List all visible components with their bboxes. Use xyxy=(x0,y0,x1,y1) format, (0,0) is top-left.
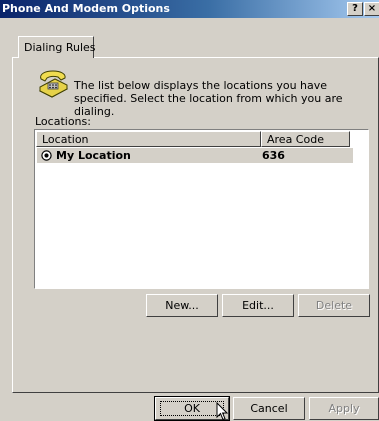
help-button[interactable]: ? xyxy=(347,2,363,16)
area-code: 636 xyxy=(262,149,285,162)
tab-dialing-rules[interactable]: Dialing Rules xyxy=(18,36,96,58)
tab-label: Dialing Rules xyxy=(24,41,96,54)
location-name: My Location xyxy=(56,149,131,162)
title-bar[interactable]: Phone And Modem Options ? × xyxy=(0,0,379,18)
column-header-location[interactable]: Location xyxy=(36,131,261,147)
locations-list[interactable]: Location Area Code My Location 636 xyxy=(34,129,369,289)
phone-modem-dialog: Phone And Modem Options ? × Dialing Rule… xyxy=(0,0,379,421)
description-text: The list below displays the locations yo… xyxy=(74,79,343,118)
phone-icon xyxy=(38,70,69,98)
help-icon: ? xyxy=(352,3,358,14)
close-icon: × xyxy=(367,3,377,14)
locations-label: Locations: xyxy=(35,115,91,128)
cancel-button[interactable]: Cancel xyxy=(233,397,305,420)
list-row-my-location[interactable]: My Location 636 xyxy=(37,148,353,163)
mouse-cursor-icon xyxy=(216,402,228,421)
delete-button[interactable]: Delete xyxy=(298,294,370,317)
apply-button[interactable]: Apply xyxy=(309,397,379,420)
window-title: Phone And Modem Options xyxy=(2,2,170,15)
new-button[interactable]: New... xyxy=(146,294,218,317)
edit-button[interactable]: Edit... xyxy=(222,294,294,317)
selected-radio-icon xyxy=(41,150,52,161)
close-button[interactable]: × xyxy=(364,2,379,16)
column-header-area-code[interactable]: Area Code xyxy=(261,131,350,147)
